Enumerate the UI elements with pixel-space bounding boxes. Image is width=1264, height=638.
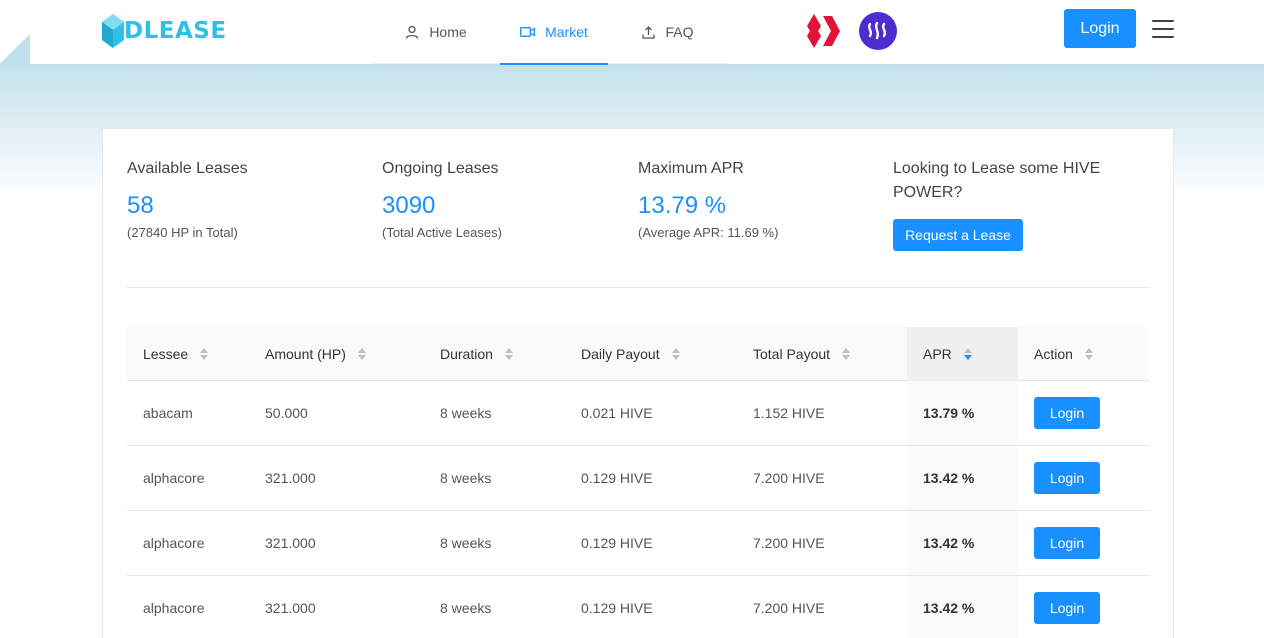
cell-apr: 13.42 % [907,576,1018,638]
column-label: Action [1034,345,1073,362]
dlease-logo-icon [102,14,124,48]
column-header-apr[interactable]: APR [907,326,1018,381]
column-header-daily-payout[interactable]: Daily Payout [565,327,737,381]
stat-available-leases: Available Leases 58 (27840 HP in Total) [127,157,248,240]
cell-duration: 8 weeks [440,405,492,421]
hamburger-menu-icon[interactable] [1152,20,1174,40]
column-label: Duration [440,345,493,362]
cell-apr: 13.79 % [907,381,1018,445]
stat-value: 3090 [382,192,436,219]
market-card: Available Leases 58 (27840 HP in Total) … [102,128,1174,638]
cell-total-payout: 7.200 HIVE [753,600,825,616]
sort-descending-icon [963,347,972,360]
cell-duration: 8 weeks [440,470,492,486]
nav-label-faq: FAQ [665,24,694,40]
nav-item-market[interactable]: Market [500,0,608,65]
cell-action: Login [1018,381,1150,445]
stat-maximum-apr: Maximum APR 13.79 % (Average APR: 11.69 … [638,157,778,240]
request-lease-prompt: Looking to Lease some HIVE POWER? [893,160,1101,201]
sort-icon [200,347,209,360]
upload-icon [642,25,656,39]
row-login-button[interactable]: Login [1034,527,1100,559]
main-nav: Home Market FAQ [372,0,728,65]
header-corner-decoration [0,34,30,64]
stat-title: Ongoing Leases [382,160,499,177]
request-lease-button[interactable]: Request a Lease [893,219,1023,251]
column-label: Daily Payout [581,345,660,362]
cell-duration: 8 weeks [440,600,492,616]
header-login-button[interactable]: Login [1064,9,1136,48]
cell-lessee: alphacore [143,600,205,616]
column-header-action[interactable]: Action [1018,327,1150,381]
sort-icon [842,347,851,360]
sort-icon [357,347,366,360]
sort-icon [1084,347,1093,360]
steem-logo-icon[interactable] [859,12,897,50]
stat-subtitle: (27840 HP in Total) [127,225,238,240]
row-login-button[interactable]: Login [1034,592,1100,624]
cell-action: Login [1018,511,1150,575]
nav-item-home[interactable]: Home [372,0,500,64]
cell-lessee: alphacore [143,535,205,551]
row-login-button[interactable]: Login [1034,462,1100,494]
nav-item-faq[interactable]: FAQ [608,0,728,64]
stat-subtitle: (Average APR: 11.69 %) [638,225,779,240]
cell-total-payout: 7.200 HIVE [753,470,825,486]
cell-action: Login [1018,576,1150,638]
hive-logo-icon[interactable] [802,12,840,50]
cell-lessee: alphacore [143,470,205,486]
stat-title: Available Leases [127,160,248,177]
table-row: alphacore 321.000 8 weeks 0.129 HIVE 7.2… [127,576,1150,638]
cell-amount: 321.000 [265,600,316,616]
section-divider [127,287,1150,288]
column-label: APR [923,345,952,362]
cell-daily-payout: 0.129 HIVE [581,600,653,616]
cell-action: Login [1018,446,1150,510]
stat-value: 13.79 % [638,192,727,219]
cell-amount: 50.000 [265,405,308,421]
table-row: alphacore 321.000 8 weeks 0.129 HIVE 7.2… [127,511,1150,576]
column-label: Amount (HP) [265,345,346,362]
column-header-duration[interactable]: Duration [424,327,565,381]
cell-daily-payout: 0.021 HIVE [581,405,653,421]
column-label: Lessee [143,345,189,362]
sort-icon [671,347,680,360]
nav-label-market: Market [545,24,588,40]
brand-logo[interactable]: DLEASE [102,14,227,48]
cell-apr: 13.42 % [907,511,1018,575]
stat-subtitle: (Total Active Leases) [382,225,502,240]
cell-daily-payout: 0.129 HIVE [581,470,653,486]
cell-amount: 321.000 [265,535,316,551]
brand-name: DLEASE [124,18,227,44]
stat-title: Maximum APR [638,160,744,177]
cell-lessee: abacam [143,405,193,421]
column-label: Total Payout [753,345,831,362]
cell-duration: 8 weeks [440,535,492,551]
nav-label-home: Home [429,24,467,40]
column-header-amount[interactable]: Amount (HP) [249,327,424,381]
table-header: Lessee Amount (HP) Duration Daily Payout… [127,326,1150,381]
cell-daily-payout: 0.129 HIVE [581,535,653,551]
leases-table: Lessee Amount (HP) Duration Daily Payout… [127,326,1150,638]
cell-apr: 13.42 % [907,446,1018,510]
table-row: abacam 50.000 8 weeks 0.021 HIVE 1.152 H… [127,381,1150,446]
row-login-button[interactable]: Login [1034,397,1100,429]
stat-ongoing-leases: Ongoing Leases 3090 (Total Active Leases… [382,157,502,240]
table-row: alphacore 321.000 8 weeks 0.129 HIVE 7.2… [127,446,1150,511]
cell-total-payout: 1.152 HIVE [753,405,825,421]
column-header-lessee[interactable]: Lessee [127,327,249,381]
request-lease-panel: Looking to Lease some HIVE POWER? Reques… [893,157,1133,251]
top-header: DLEASE Home Market FAQ Login [0,0,1264,65]
stat-value: 58 [127,192,154,219]
column-header-total-payout[interactable]: Total Payout [737,327,907,381]
user-icon [405,25,419,39]
video-icon [520,26,536,38]
cell-total-payout: 7.200 HIVE [753,535,825,551]
cell-amount: 321.000 [265,470,316,486]
sort-icon [504,347,513,360]
